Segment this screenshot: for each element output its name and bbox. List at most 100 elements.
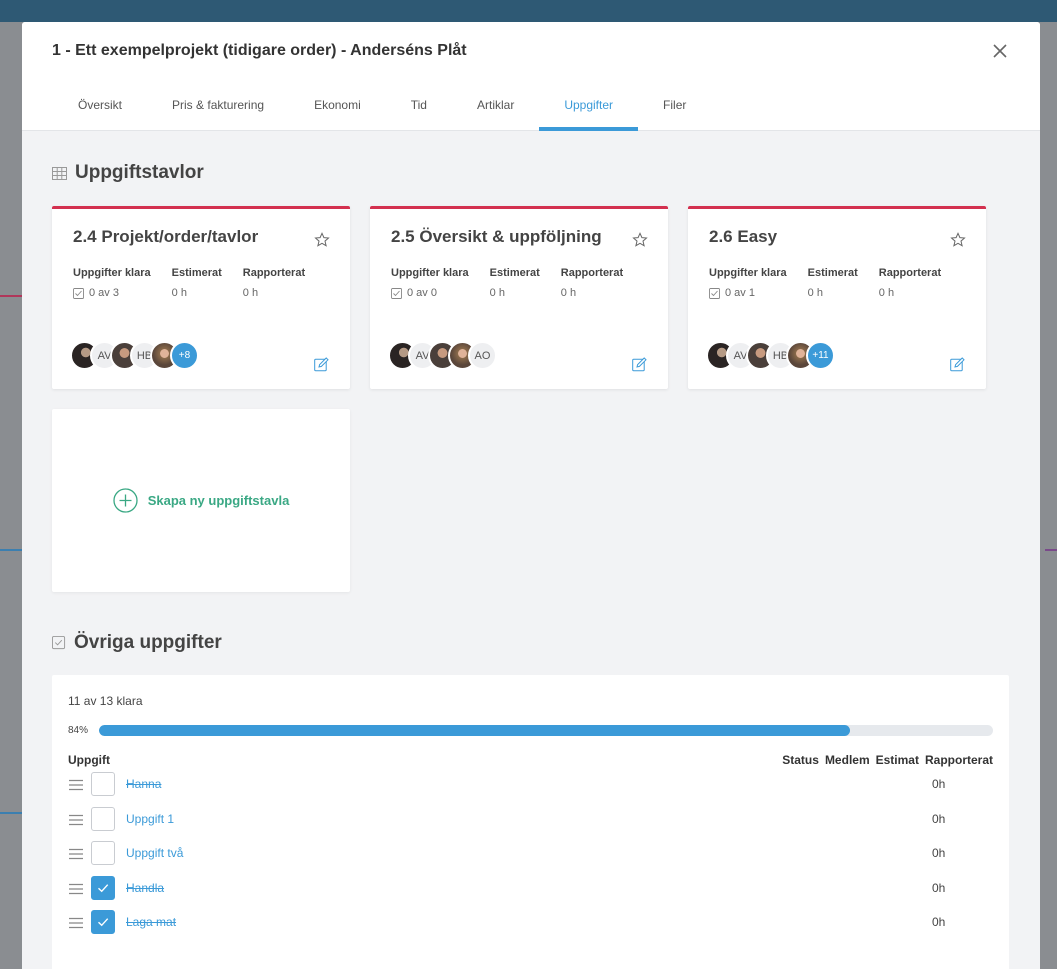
task-checkbox[interactable] <box>91 910 115 935</box>
plus-circle-icon <box>113 488 138 513</box>
board-stat-value-text: 0 av 0 <box>407 287 437 299</box>
board-stat-value: 0 h <box>490 287 540 299</box>
tasks-table-header: Uppgift Status Medlem Estimat Rapportera… <box>68 753 993 767</box>
tab-filer[interactable]: Filer <box>638 80 711 130</box>
task-board-card[interactable]: 2.4 Projekt/order/tavlor Uppgifter klara 0… <box>52 206 350 389</box>
close-icon <box>993 44 1007 58</box>
tasks-done-count: 11 av 13 klara <box>68 694 143 708</box>
background-accent-line <box>0 812 22 814</box>
task-name-link[interactable]: Hanna <box>126 777 932 791</box>
board-stat-value-text: 0 av 3 <box>89 287 119 299</box>
edit-icon[interactable] <box>950 357 965 372</box>
board-stat: Rapporterat 0 h <box>879 267 941 299</box>
board-stat-value: 0 av 0 <box>391 287 469 299</box>
background-accent-line <box>0 295 22 297</box>
board-stat: Estimerat 0 h <box>490 267 540 299</box>
project-modal: 1 - Ett exempelprojekt (tidigare order) … <box>22 22 1040 969</box>
tab-artiklar[interactable]: Artiklar <box>452 80 539 130</box>
board-stat-label: Rapporterat <box>242 267 306 279</box>
column-reported: Rapporterat <box>924 753 993 767</box>
task-row: Uppgift 1 0h <box>68 802 993 837</box>
drag-handle-icon[interactable] <box>68 882 84 894</box>
tasks-panel: 11 av 13 klara 84% Uppgift Status Medlem… <box>52 675 1009 969</box>
task-row: Handla 0h <box>68 871 993 906</box>
board-stats: Uppgifter klara 0 av 0 Estimerat 0 h Rapport… <box>391 267 648 299</box>
task-checkbox[interactable] <box>91 875 115 900</box>
task-reported: 0h <box>932 777 946 792</box>
board-stat-value-text: 0 h <box>489 287 505 299</box>
board-stat: Uppgifter klara 0 av 0 <box>391 267 469 299</box>
board-stats: Uppgifter klara 0 av 3 Estimerat 0 h Rapport… <box>73 267 330 299</box>
progress-bar <box>99 725 993 736</box>
board-title: 2.5 Översikt & uppföljning <box>391 227 602 246</box>
drag-handle-icon[interactable] <box>68 916 84 929</box>
task-name-link[interactable]: Handla <box>126 881 932 895</box>
boards-section-title: Uppgiftstavlor <box>52 162 1010 184</box>
background-topbar <box>0 0 1057 22</box>
close-button[interactable] <box>988 39 1012 63</box>
checkbox-icon <box>391 287 402 299</box>
task-checkbox[interactable] <box>91 841 115 866</box>
background-accent-line <box>0 549 22 551</box>
drag-handle-icon[interactable] <box>68 813 84 825</box>
avatar[interactable]: +11 <box>806 341 835 370</box>
checkbox-icon <box>52 636 66 650</box>
task-reported: 0h <box>932 880 946 895</box>
modal-header: 1 - Ett exempelprojekt (tidigare order) … <box>22 22 1040 80</box>
board-stat-label: Uppgifter klara <box>709 267 787 279</box>
task-row: Laga mat 0h <box>68 905 993 940</box>
board-stat-value: 0 av 1 <box>709 287 787 299</box>
progress-percent: 84% <box>68 725 89 736</box>
board-stat: Rapporterat 0 h <box>243 267 305 299</box>
board-stat-value-text: 0 av 1 <box>725 287 755 299</box>
column-estimate: Estimat <box>875 753 919 767</box>
avatar[interactable]: +8 <box>170 341 199 370</box>
star-icon[interactable] <box>314 232 330 248</box>
create-board-button[interactable]: Skapa ny uppgiftstavla <box>52 409 350 592</box>
task-name-link[interactable]: Uppgift 1 <box>126 812 932 826</box>
board-stat: Estimerat 0 h <box>172 267 222 299</box>
boards-section-label: Uppgiftstavlor <box>75 162 204 183</box>
board-stat-value-text: 0 h <box>242 287 259 299</box>
board-stat-value: 0 h <box>561 287 623 299</box>
tasks-list: Hanna 0h Uppgift 1 0h Uppgift två 0h Handla 0h L… <box>68 767 993 940</box>
background-accent-line <box>1045 549 1057 551</box>
board-title: 2.6 Easy <box>709 227 778 246</box>
tab-uppgifter[interactable]: Uppgifter <box>539 80 638 131</box>
checkbox-icon <box>73 287 84 299</box>
task-row: Uppgift två 0h <box>68 836 993 871</box>
tab-ekonomi[interactable]: Ekonomi <box>289 80 386 130</box>
board-stat-label: Rapporterat <box>878 267 942 279</box>
board-stat-label: Uppgifter klara <box>73 267 151 279</box>
task-board-card[interactable]: 2.5 Översikt & uppföljning Uppgifter klar… <box>370 206 668 389</box>
avatar[interactable]: AO <box>468 341 497 370</box>
board-stat: Uppgifter klara 0 av 3 <box>73 267 151 299</box>
board-stat-label: Estimerat <box>807 267 858 279</box>
drag-handle-icon[interactable] <box>68 847 84 860</box>
task-reported: 0h <box>932 915 946 930</box>
edit-icon[interactable] <box>314 357 329 372</box>
star-icon[interactable] <box>950 232 966 248</box>
edit-icon[interactable] <box>632 357 647 372</box>
board-stat-value: 0 h <box>172 287 222 299</box>
task-checkbox[interactable] <box>91 772 115 797</box>
column-status: Status <box>782 753 819 767</box>
boards-list: 2.4 Projekt/order/tavlor Uppgifter klara 0… <box>52 206 1010 389</box>
tasks-section-title: Övriga uppgifter <box>52 632 1010 654</box>
progress-bar-fill <box>99 725 850 736</box>
task-row: Hanna 0h <box>68 767 993 802</box>
task-checkbox[interactable] <box>91 806 115 831</box>
board-stats: Uppgifter klara 0 av 1 Estimerat 0 h Rapport… <box>709 267 966 299</box>
column-task: Uppgift <box>68 753 110 767</box>
tab-tid[interactable]: Tid <box>386 80 452 130</box>
tab-pris-fakturering[interactable]: Pris & fakturering <box>147 80 289 130</box>
tab-översikt[interactable]: Översikt <box>53 80 147 130</box>
task-board-card[interactable]: 2.6 Easy Uppgifter klara 0 av 1 Estimerat 0 … <box>688 206 986 389</box>
task-name-link[interactable]: Laga mat <box>126 915 932 929</box>
board-members: AV HB +11 <box>706 341 835 370</box>
board-stat-value: 0 h <box>879 287 941 299</box>
drag-handle-icon[interactable] <box>68 778 84 791</box>
task-name-link[interactable]: Uppgift två <box>126 846 932 860</box>
star-icon[interactable] <box>632 232 648 248</box>
checkbox-icon <box>709 287 720 299</box>
